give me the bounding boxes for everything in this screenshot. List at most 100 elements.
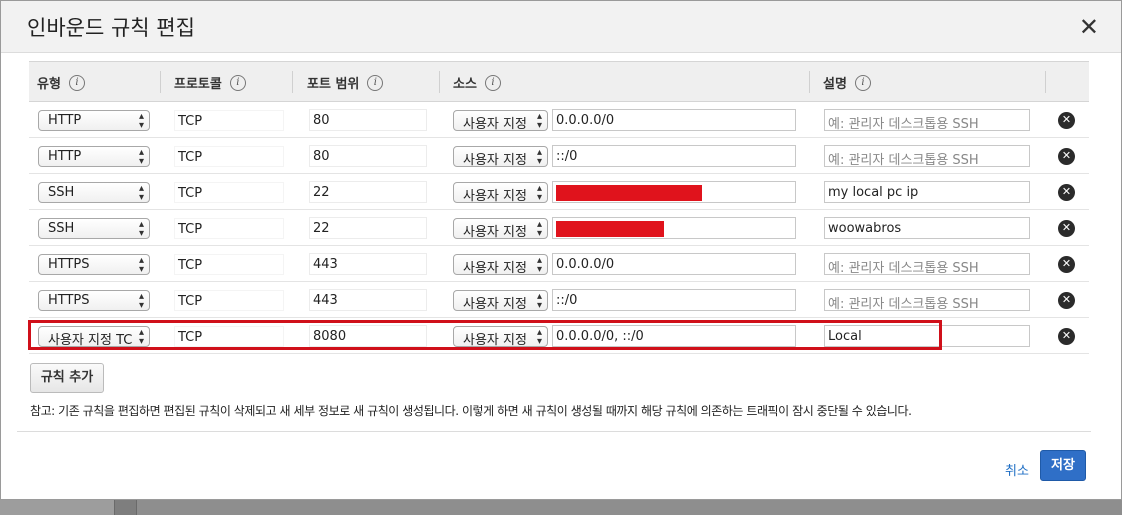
rule-protocol: TCP xyxy=(174,290,284,311)
rule-source-cidr-input[interactable] xyxy=(552,217,796,239)
column-header-description: 설명 i xyxy=(823,73,871,92)
rule-source-type-select[interactable]: 사용자 지정 ▴ ▾ xyxy=(453,218,548,239)
chevron-updown-icon: ▴ ▾ xyxy=(138,291,144,311)
rule-port-range[interactable]: 8080 xyxy=(309,325,427,347)
close-icon[interactable]: ✕ xyxy=(1079,13,1099,41)
rule-description-input[interactable]: woowabros xyxy=(824,217,1030,239)
delete-rule-icon[interactable]: ✕ xyxy=(1058,328,1075,345)
rule-source-cidr-input[interactable]: 0.0.0.0/0, ::/0 xyxy=(552,325,796,347)
rule-protocol: TCP xyxy=(174,146,284,167)
rule-source-cidr-input[interactable]: 0.0.0.0/0 xyxy=(552,109,796,131)
rule-description-input[interactable]: my local pc ip xyxy=(824,181,1030,203)
delete-rule-icon[interactable]: ✕ xyxy=(1058,112,1075,129)
rule-type-select[interactable]: SSH ▴ ▾ xyxy=(38,182,150,203)
rule-description-input[interactable]: Local xyxy=(824,325,1030,347)
rule-port-range[interactable]: 22 xyxy=(309,217,427,239)
rule-port-range[interactable]: 22 xyxy=(309,181,427,203)
delete-rule-icon[interactable]: ✕ xyxy=(1058,220,1075,237)
table-row: SSH ▴ ▾ TCP 22 사용자 지정 ▴ ▾ woowabros ✕ xyxy=(29,210,1089,246)
chevron-updown-icon: ▴ ▾ xyxy=(536,183,542,203)
table-header: 유형 i 프로토콜 i 포트 범위 i 소스 i 설명 i xyxy=(29,62,1089,102)
rule-type-value: SSH xyxy=(48,185,75,200)
rule-source-type-select[interactable]: 사용자 지정 ▴ ▾ xyxy=(453,110,548,131)
rule-type-value: HTTP xyxy=(48,149,82,164)
delete-rule-icon[interactable]: ✕ xyxy=(1058,148,1075,165)
rule-source-type-select[interactable]: 사용자 지정 ▴ ▾ xyxy=(453,326,548,347)
rule-type-select[interactable]: SSH ▴ ▾ xyxy=(38,218,150,239)
delete-rule-icon[interactable]: ✕ xyxy=(1058,256,1075,273)
column-header-label: 소스 xyxy=(453,77,477,92)
rule-source-cidr-input[interactable]: 0.0.0.0/0 xyxy=(552,253,796,275)
dialog-title: 인바운드 규칙 편집 xyxy=(27,16,195,40)
rule-source-type-value: 사용자 지정 xyxy=(463,117,527,131)
info-icon[interactable]: i xyxy=(229,74,246,91)
rule-source-type-value: 사용자 지정 xyxy=(463,333,527,347)
rule-protocol: TCP xyxy=(174,254,284,275)
chevron-updown-icon: ▴ ▾ xyxy=(138,219,144,239)
rule-source-type-select[interactable]: 사용자 지정 ▴ ▾ xyxy=(453,182,548,203)
rule-protocol: TCP xyxy=(174,182,284,203)
chevron-updown-icon: ▴ ▾ xyxy=(536,219,542,239)
rule-source-cidr-input[interactable]: ::/0 xyxy=(552,145,796,167)
rule-type-select[interactable]: HTTP ▴ ▾ xyxy=(38,110,150,131)
rule-source-type-value: 사용자 지정 xyxy=(463,225,527,239)
rule-type-value: HTTPS xyxy=(48,293,90,308)
add-rule-button[interactable]: 규칙 추가 xyxy=(30,363,104,393)
rule-type-value: HTTP xyxy=(48,113,82,128)
chevron-updown-icon: ▴ ▾ xyxy=(138,255,144,275)
footer-divider xyxy=(17,431,1091,432)
rules-table: 유형 i 프로토콜 i 포트 범위 i 소스 i 설명 i HTTP ▴ ▾ T… xyxy=(29,61,1089,354)
rule-type-select[interactable]: 사용자 지정 TC ▴ ▾ xyxy=(38,326,150,347)
rule-source-type-value: 사용자 지정 xyxy=(463,261,527,275)
edit-inbound-rules-dialog: 인바운드 규칙 편집 ✕ 유형 i 프로토콜 i 포트 범위 i 소스 i 설명… xyxy=(0,0,1122,500)
rule-description-input[interactable]: 예: 관리자 데스크톱용 SSH xyxy=(824,289,1030,311)
delete-rule-icon[interactable]: ✕ xyxy=(1058,292,1075,309)
column-header-source: 소스 i xyxy=(453,73,501,92)
rule-description-input[interactable]: 예: 관리자 데스크톱용 SSH xyxy=(824,253,1030,275)
rule-port-range[interactable]: 443 xyxy=(309,253,427,275)
rule-source-cidr-input[interactable]: ::/0 xyxy=(552,289,796,311)
cancel-button[interactable]: 취소 xyxy=(1005,460,1029,479)
column-header-label: 포트 범위 xyxy=(307,77,360,92)
chevron-updown-icon: ▴ ▾ xyxy=(536,147,542,167)
rules-table-body: HTTP ▴ ▾ TCP 80 사용자 지정 ▴ ▾ 0.0.0.0/0 예: 관리자 데스크톱용… xyxy=(29,102,1089,354)
info-icon[interactable]: i xyxy=(854,74,871,91)
column-header-label: 유형 xyxy=(37,77,61,92)
info-icon[interactable]: i xyxy=(68,74,85,91)
rule-source-type-select[interactable]: 사용자 지정 ▴ ▾ xyxy=(453,146,548,167)
rule-source-type-value: 사용자 지정 xyxy=(463,189,527,203)
table-row: SSH ▴ ▾ TCP 22 사용자 지정 ▴ ▾ my local pc ip ✕ xyxy=(29,174,1089,210)
column-header-port-range: 포트 범위 i xyxy=(307,73,384,92)
chevron-updown-icon: ▴ ▾ xyxy=(138,147,144,167)
chevron-updown-icon: ▴ ▾ xyxy=(536,327,542,347)
redaction-block xyxy=(556,185,702,201)
table-row: HTTPS ▴ ▾ TCP 443 사용자 지정 ▴ ▾::/0 예: 관리자 데스크톱용 SS… xyxy=(29,282,1089,318)
rule-type-value: HTTPS xyxy=(48,257,90,272)
column-header-label: 프로토콜 xyxy=(174,77,222,92)
delete-rule-icon[interactable]: ✕ xyxy=(1058,184,1075,201)
rule-source-cidr-input[interactable] xyxy=(552,181,796,203)
rule-port-range[interactable]: 443 xyxy=(309,289,427,311)
rule-port-range[interactable]: 80 xyxy=(309,145,427,167)
rule-description-input[interactable]: 예: 관리자 데스크톱용 SSH xyxy=(824,145,1030,167)
rule-source-type-select[interactable]: 사용자 지정 ▴ ▾ xyxy=(453,254,548,275)
rule-protocol: TCP xyxy=(174,110,284,131)
rule-port-range[interactable]: 80 xyxy=(309,109,427,131)
info-icon[interactable]: i xyxy=(484,74,501,91)
rule-description-input[interactable]: 예: 관리자 데스크톱용 SSH xyxy=(824,109,1030,131)
rule-type-select[interactable]: HTTPS ▴ ▾ xyxy=(38,290,150,311)
background-window xyxy=(0,500,1122,515)
chevron-updown-icon: ▴ ▾ xyxy=(536,111,542,131)
table-row: HTTPS ▴ ▾ TCP 443 사용자 지정 ▴ ▾ 0.0.0.0/0 예: 관리자 데스크… xyxy=(29,246,1089,282)
rule-type-select[interactable]: HTTPS ▴ ▾ xyxy=(38,254,150,275)
save-button[interactable]: 저장 xyxy=(1040,450,1086,481)
chevron-updown-icon: ▴ ▾ xyxy=(536,255,542,275)
chevron-updown-icon: ▴ ▾ xyxy=(138,111,144,131)
redaction-block xyxy=(556,221,664,237)
column-header-type: 유형 i xyxy=(37,73,85,92)
rule-type-select[interactable]: HTTP ▴ ▾ xyxy=(38,146,150,167)
info-icon[interactable]: i xyxy=(367,74,384,91)
rule-protocol: TCP xyxy=(174,326,284,347)
rule-source-type-select[interactable]: 사용자 지정 ▴ ▾ xyxy=(453,290,548,311)
table-row: HTTP ▴ ▾ TCP 80 사용자 지정 ▴ ▾ 0.0.0.0/0 예: 관리자 데스크톱용… xyxy=(29,102,1089,138)
